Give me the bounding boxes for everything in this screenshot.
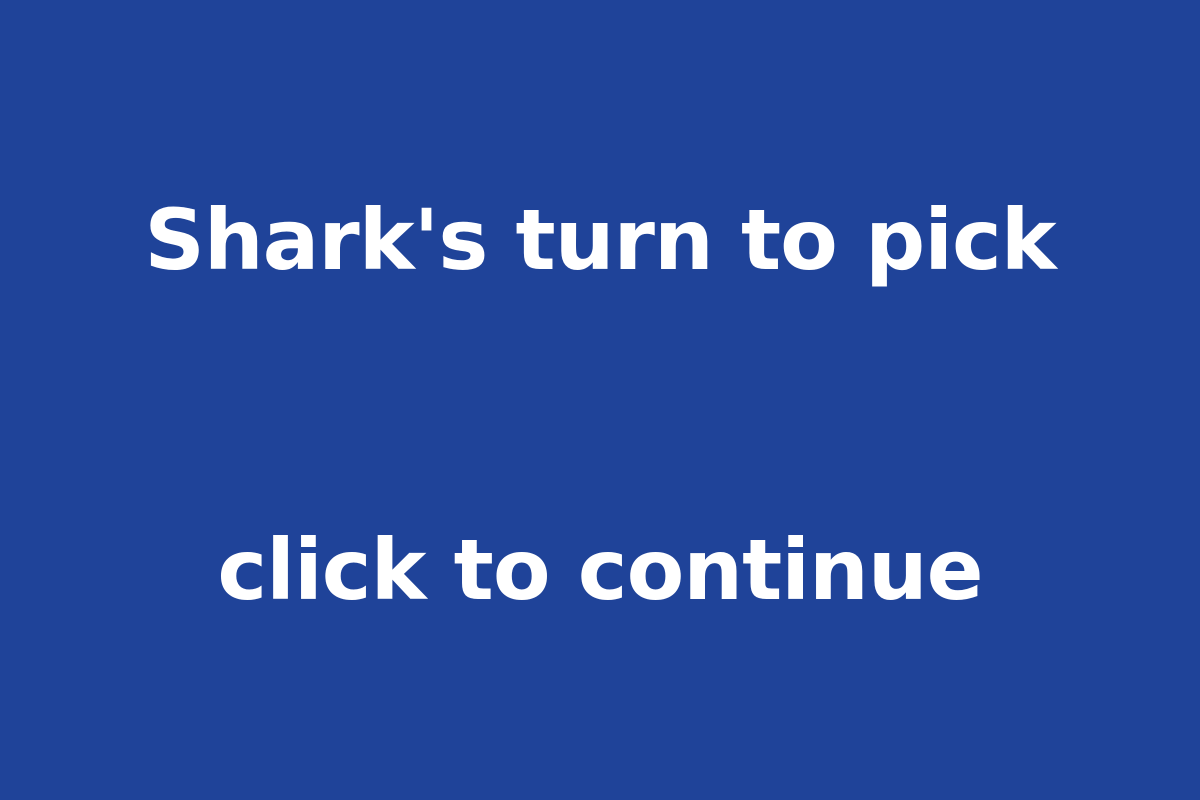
continue-prompt[interactable]: click to continue <box>0 528 1200 612</box>
turn-message: Shark's turn to pick <box>144 191 1056 289</box>
turn-transition-screen[interactable]: Shark's turn to pick click to continue <box>0 0 1200 800</box>
